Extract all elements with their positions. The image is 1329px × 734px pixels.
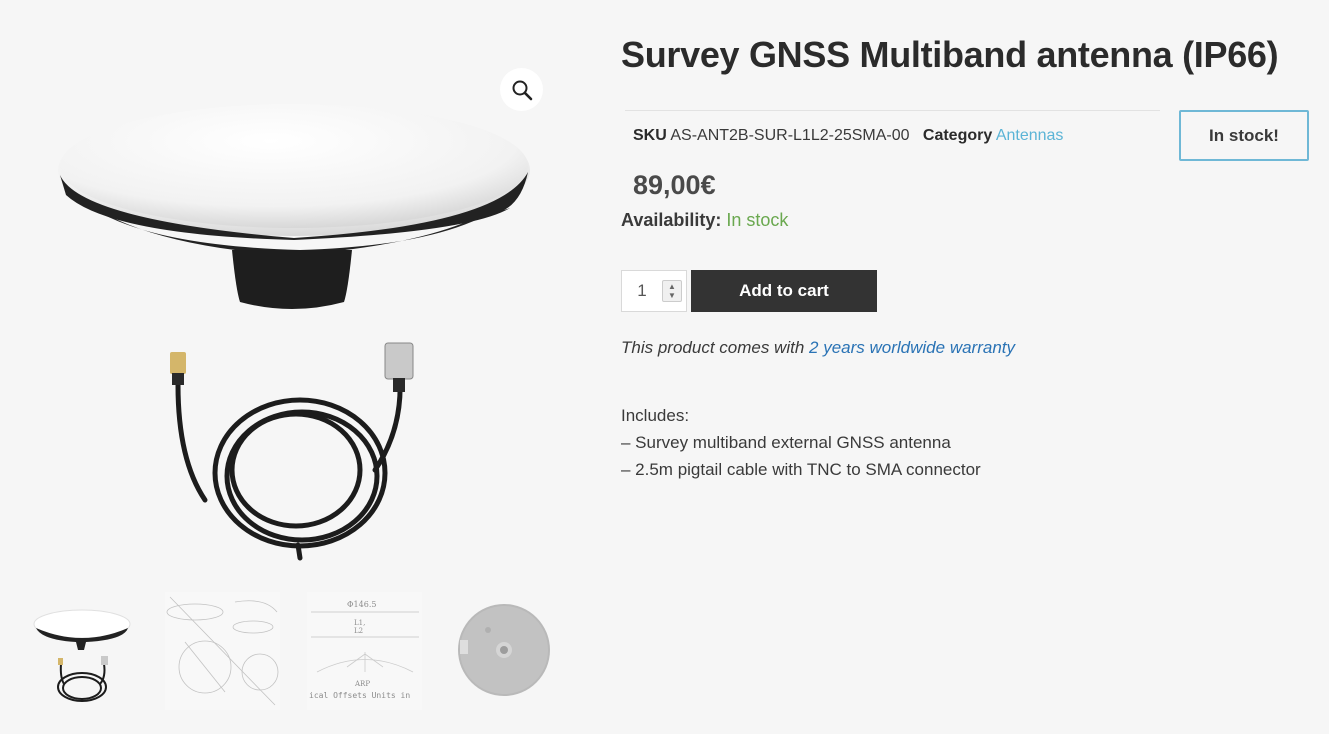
svg-text:Φ146.5: Φ146.5 [347,600,376,609]
svg-text:L2: L2 [354,627,363,635]
sku-value: AS-ANT2B-SUR-L1L2-25SMA-00 [670,127,910,144]
thumbnail-4[interactable] [448,592,563,710]
stock-status-badge: In stock! [1179,110,1309,161]
availability-value: In stock [726,210,789,230]
thumbnail-antenna-bottom-image [458,604,550,696]
warranty-link[interactable]: 2 years worldwide warranty [809,338,1015,357]
thumbnail-3[interactable]: Φ146.5 L1, L2 ARP ical Offsets Units in [307,592,422,710]
includes-item: – 2.5m pigtail cable with TNC to SMA con… [621,460,981,479]
includes-title: Includes: [621,406,690,425]
divider [625,110,1160,111]
quantity-spinner[interactable]: ▲ ▼ [662,280,682,302]
product-gallery: Φ146.5 L1, L2 ARP ical Offsets Units in [0,0,590,734]
warranty-text: This product comes with [621,338,805,357]
quantity-stepper[interactable]: 1 ▲ ▼ [621,270,687,312]
thumbnail-1[interactable] [24,592,139,710]
quantity-input[interactable]: 1 [622,281,662,301]
availability: Availability: In stock [621,210,788,231]
thumbnail-2[interactable] [165,592,280,710]
chevron-down-icon[interactable]: ▼ [668,291,676,300]
product-meta: SKU AS-ANT2B-SUR-L1L2-25SMA-00 Category … [633,127,1063,145]
includes-item: – Survey multiband external GNSS antenna [621,433,951,452]
svg-text:ARP: ARP [354,680,370,688]
zoom-button[interactable] [500,68,543,111]
thumbnail-antenna-image [33,609,131,702]
category-label: Category [922,127,993,144]
magnifier-icon [512,80,532,100]
add-to-cart-button[interactable]: Add to cart [691,270,877,312]
product-title: Survey GNSS Multiband antenna (IP66) [621,34,1279,75]
thumbnail-drawing-image [165,592,280,710]
svg-text:ical Offsets Units in: ical Offsets Units in [309,691,410,700]
product-description: Includes: – Survey multiband external GN… [621,402,981,483]
thumbnail-strip: Φ146.5 L1, L2 ARP ical Offsets Units in [0,592,590,712]
product-price: 89,00€ [633,170,716,200]
thumbnail-dimensions-image: Φ146.5 L1, L2 ARP ical Offsets Units in [307,592,422,710]
chevron-up-icon[interactable]: ▲ [668,282,676,291]
sku-label: SKU [633,127,667,144]
warranty-note: This product comes with 2 years worldwid… [621,338,1015,358]
svg-text:L1,: L1, [354,619,365,627]
availability-label: Availability: [621,210,722,230]
category-link[interactable]: Antennas [996,127,1064,144]
